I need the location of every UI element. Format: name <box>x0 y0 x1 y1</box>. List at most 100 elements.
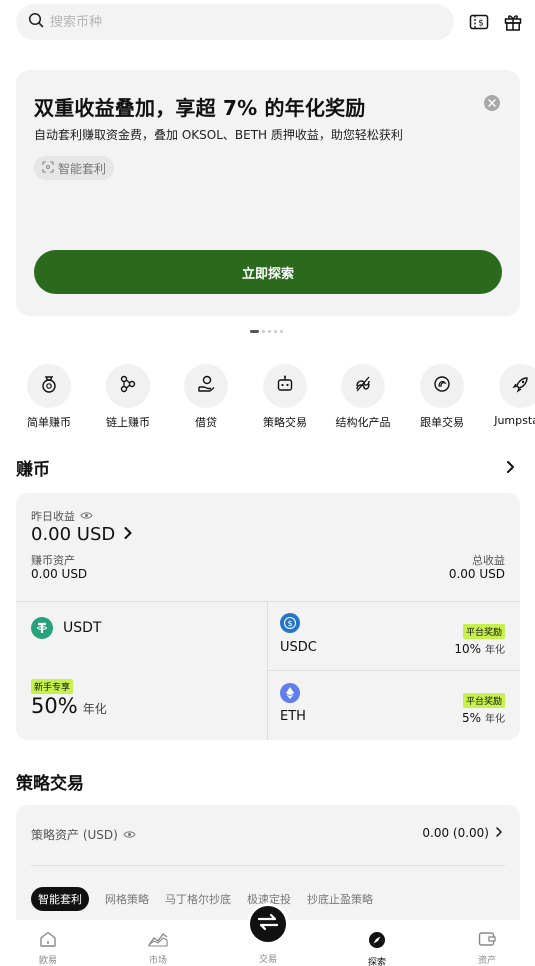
strategy-asset-label: 策略资产 (USD) <box>31 828 118 842</box>
structured-icon <box>353 374 373 398</box>
usdt-name: USDT <box>63 620 102 636</box>
strategy-asset-value: 0.00 (0.00) <box>422 826 489 840</box>
banner-tag-label: 智能套利 <box>58 161 107 176</box>
yesterday-earnings: 昨日收益 <box>31 508 93 524</box>
tab-grid-strategy[interactable]: 网格策略 <box>105 891 149 907</box>
search-bar[interactable] <box>16 4 454 40</box>
eye-icon[interactable] <box>80 510 93 523</box>
trade-button[interactable] <box>247 903 289 945</box>
carousel-dot <box>280 330 283 333</box>
carousel-dot <box>274 330 277 333</box>
compass-icon <box>368 932 386 953</box>
shortcut-structured-products[interactable]: 结构化产品 <box>324 364 402 428</box>
banner-title: 双重收益叠加，享超 7% 的年化奖励 <box>34 96 366 120</box>
shortcut-label: 借贷 <box>195 416 217 428</box>
explore-button[interactable]: 立即探索 <box>34 250 502 294</box>
rocket-icon <box>511 374 531 398</box>
carousel-dot <box>262 330 265 333</box>
nav-home[interactable]: 欧易 <box>18 931 78 966</box>
usdt-rate-value: 50% <box>31 694 78 718</box>
shortcut-onchain-earn[interactable]: 链上赚币 <box>89 364 167 428</box>
total-earnings-value: 0.00 USD <box>448 567 505 581</box>
shortcut-label: 链上赚币 <box>106 416 150 428</box>
carousel-dot <box>268 330 271 333</box>
chevron-right-icon <box>123 524 133 545</box>
eth-rate-unit: 年化 <box>485 714 505 725</box>
eye-icon[interactable] <box>123 828 136 842</box>
total-earnings-label: 总收益 <box>472 554 505 567</box>
promo-banner: 双重收益叠加，享超 7% 的年化奖励 自动套利赚取资金费，叠加 OKSOL、BE… <box>16 70 520 316</box>
yesterday-label: 昨日收益 <box>31 510 75 523</box>
nav-assets[interactable]: 资产 <box>457 931 517 966</box>
nav-label: 资产 <box>477 956 496 966</box>
search-input[interactable] <box>50 14 410 30</box>
chain-nodes-icon <box>118 374 138 398</box>
banner-subtitle: 自动套利赚取资金费，叠加 OKSOL、BETH 质押收益，助您轻松获利 <box>34 128 403 142</box>
platform-reward-badge: 平台奖励 <box>462 624 505 639</box>
earn-section-title: 赚币 <box>16 460 50 480</box>
nav-label: 探索 <box>367 958 386 966</box>
shortcut-copy-trading[interactable]: 跟单交易 <box>403 364 481 428</box>
nav-label: 市场 <box>148 956 167 966</box>
svg-text:$: $ <box>287 619 292 628</box>
eth-rate: 5% 年化 <box>462 710 505 725</box>
carousel-indicator <box>250 330 283 333</box>
shortcut-row: 简单赚币 链上赚币 借贷 策略交易 结构化产品 跟单交易 Jumpstart <box>0 364 535 428</box>
divider <box>31 865 505 866</box>
usdc-rate: 10% 年化 <box>454 641 505 656</box>
coin-bag-icon <box>39 374 59 398</box>
eth-icon <box>280 683 300 703</box>
wallet-icon <box>478 932 496 951</box>
usdc-rate-unit: 年化 <box>485 645 505 656</box>
loan-hand-icon <box>196 374 216 398</box>
shortcut-simple-earn[interactable]: 简单赚币 <box>10 364 88 428</box>
strategy-tabs: 智能套利 网格策略 马丁格尔抄底 极速定投 抄底止盈策略 <box>31 887 373 911</box>
eth-product[interactable]: ETH 平台奖励 5% 年化 <box>268 671 520 740</box>
banner-tag: 智能套利 <box>34 156 115 180</box>
shortcut-label: 跟单交易 <box>420 416 464 428</box>
tab-smart-arbitrage[interactable]: 智能套利 <box>31 887 89 911</box>
usdt-product[interactable]: USDT 新手专享 50% 年化 <box>16 601 267 740</box>
shortcut-label: 策略交易 <box>263 416 307 428</box>
search-icon <box>28 12 44 32</box>
scan-icon <box>42 160 54 176</box>
nav-label-trade: 交易 <box>258 955 277 965</box>
robot-icon <box>275 374 295 398</box>
tab-bottom-take-profit[interactable]: 抄底止盈策略 <box>307 891 373 907</box>
yesterday-value-link[interactable]: 0.00 USD <box>31 524 133 545</box>
shortcut-strategy-trading[interactable]: 策略交易 <box>246 364 324 428</box>
svg-text:$: $ <box>478 19 484 29</box>
earn-asset-label: 赚币资产 <box>31 554 75 567</box>
strategy-asset-link[interactable]: 0.00 (0.00) <box>422 826 503 840</box>
eth-name: ETH <box>280 709 306 724</box>
swap-icon <box>257 913 279 935</box>
market-chart-icon <box>148 932 168 951</box>
usdt-rate-unit: 年化 <box>82 702 107 716</box>
new-user-badge: 新手专享 <box>31 679 74 694</box>
usdc-icon: $ <box>280 613 300 633</box>
eth-rate-value: 5% <box>461 711 481 725</box>
home-icon <box>39 931 57 951</box>
voucher-icon[interactable]: $ <box>468 11 490 33</box>
usdt-icon <box>31 617 53 639</box>
tab-martingale[interactable]: 马丁格尔抄底 <box>165 891 231 907</box>
shortcut-label: 结构化产品 <box>335 416 391 428</box>
nav-explore[interactable]: 探索 <box>347 931 407 966</box>
nav-label: 欧易 <box>38 956 57 966</box>
gift-icon[interactable] <box>502 11 524 33</box>
shortcut-jumpstart[interactable]: Jumpstart <box>482 364 535 427</box>
chevron-right-icon[interactable] <box>503 459 517 473</box>
shortcut-loan[interactable]: 借贷 <box>167 364 245 428</box>
earn-asset-value: 0.00 USD <box>31 567 88 581</box>
earn-card: 昨日收益 0.00 USD 赚币资产 0.00 USD 总收益 0.00 USD… <box>16 493 520 740</box>
usdc-name: USDC <box>280 640 317 655</box>
close-icon[interactable] <box>484 95 500 111</box>
nav-market[interactable]: 市场 <box>128 931 188 966</box>
usdc-rate-value: 10% <box>454 642 481 656</box>
strategy-asset: 策略资产 (USD) <box>31 826 136 843</box>
carousel-dot-active <box>250 330 259 333</box>
usdc-product[interactable]: $ USDC 平台奖励 10% 年化 <box>268 601 520 670</box>
yesterday-value: 0.00 USD <box>31 524 116 545</box>
top-bar: $ <box>16 4 522 40</box>
copy-trade-icon <box>432 374 452 398</box>
